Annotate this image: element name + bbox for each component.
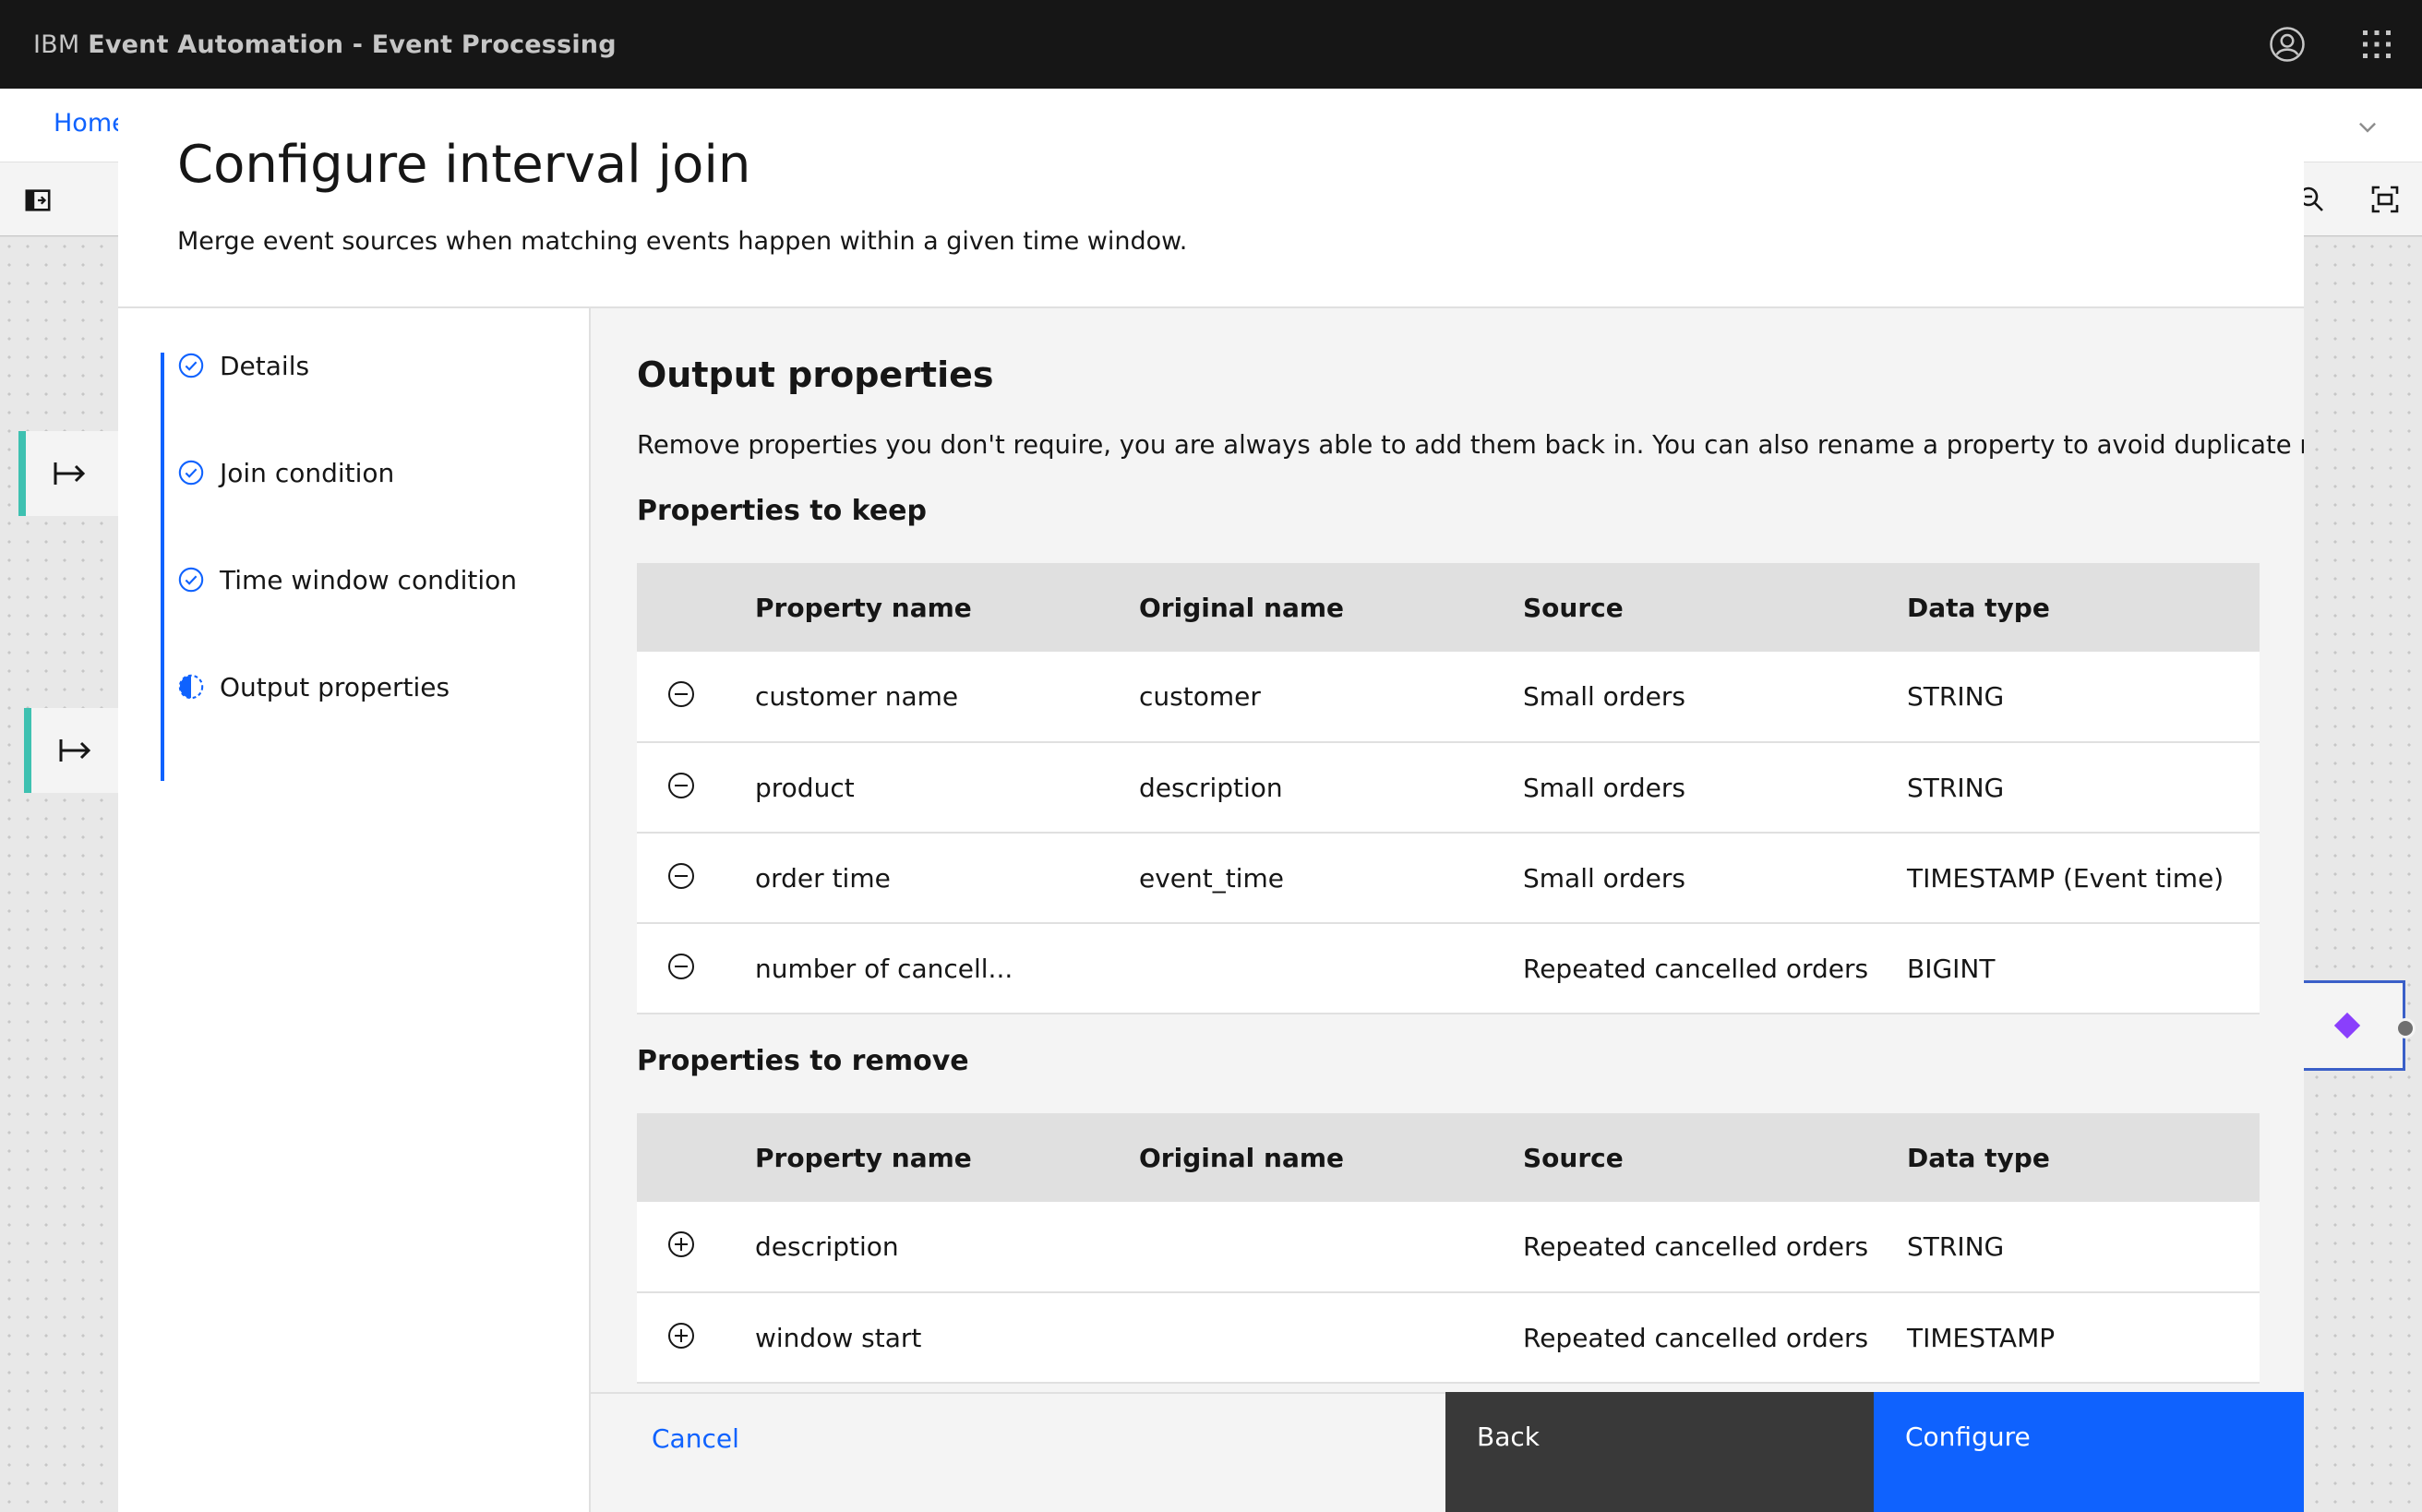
step-label: Join condition [220, 457, 395, 488]
node-type-icon [2333, 1012, 2361, 1039]
original-name-cell [1139, 1202, 1523, 1293]
remove-property-button[interactable] [665, 678, 698, 711]
property-name-cell[interactable]: customer name [755, 652, 1139, 743]
property-name-cell: window start [755, 1292, 1139, 1384]
remove-property-button[interactable] [665, 950, 698, 983]
configure-interval-join-modal: Configure interval join Merge event sour… [118, 89, 2304, 1512]
checkmark-outline-icon [178, 567, 204, 593]
section-description: Remove properties you don't require, you… [637, 430, 2304, 460]
subtract-circle-icon [668, 862, 694, 889]
modal-header: Configure interval join Merge event sour… [118, 89, 2304, 308]
add-circle-icon [668, 1231, 694, 1257]
step-output-properties[interactable]: Output properties [177, 668, 450, 705]
column-header: Original name [1139, 563, 1523, 652]
table-header-row: Property name Original name Source Data … [637, 563, 2260, 652]
incomplete-step-icon [178, 674, 204, 700]
original-name-cell: customer [1139, 652, 1523, 743]
fit-to-screen-icon[interactable] [2370, 185, 2400, 214]
remove-property-button[interactable] [665, 769, 698, 802]
step-details[interactable]: Details [177, 347, 309, 384]
add-property-button[interactable] [665, 1319, 698, 1352]
table-row: window start Repeated cancelled orders T… [637, 1292, 2260, 1384]
original-name-cell [1139, 923, 1523, 1014]
app-brand[interactable]: IBM Event Automation - Event Processing [33, 30, 617, 59]
canvas-node-output[interactable] [2289, 980, 2416, 1071]
progress-steps: Details Join condition Time window condi… [118, 308, 591, 1512]
source-cell: Small orders [1523, 833, 1907, 924]
cancel-button[interactable]: Cancel [591, 1392, 1445, 1512]
keep-heading: Properties to keep [637, 495, 927, 527]
column-header: Data type [1907, 563, 2260, 652]
source-cell: Repeated cancelled orders [1523, 923, 1907, 1014]
step-label: Details [220, 350, 310, 381]
checkmark-outline-icon [178, 353, 204, 378]
output-properties-panel: Output properties Remove properties you … [591, 308, 2304, 1392]
subtract-circle-icon [668, 772, 694, 798]
add-property-button[interactable] [665, 1228, 698, 1261]
join-node-icon [54, 462, 86, 485]
join-node-icon [59, 739, 91, 762]
source-cell: Repeated cancelled orders [1523, 1202, 1907, 1293]
property-name-cell[interactable]: product [755, 742, 1139, 834]
add-circle-icon [668, 1322, 694, 1349]
data-type-cell: STRING [1907, 1202, 2260, 1293]
configure-button[interactable]: Configure [1874, 1392, 2304, 1512]
column-header: Original name [1139, 1113, 1523, 1202]
app-switcher-icon[interactable] [2358, 26, 2395, 63]
original-name-cell: description [1139, 742, 1523, 834]
data-type-cell: TIMESTAMP (Event time) [1907, 833, 2260, 924]
column-header: Source [1523, 563, 1907, 652]
column-header: Source [1523, 1113, 1907, 1202]
step-time-window-condition[interactable]: Time window condition [177, 561, 517, 598]
progress-line [161, 353, 164, 781]
table-row: customer name customer Small orders STRI… [637, 652, 2260, 743]
property-name-cell[interactable]: number of cancell... [755, 923, 1139, 1014]
property-name-cell[interactable]: order time [755, 833, 1139, 924]
output-port[interactable] [2395, 1018, 2416, 1038]
checkmark-outline-icon [178, 460, 204, 486]
source-cell: Repeated cancelled orders [1523, 1292, 1907, 1384]
table-row: order time event_time Small orders TIMES… [637, 833, 2260, 924]
modal-subtitle: Merge event sources when matching events… [177, 227, 1188, 256]
step-join-condition[interactable]: Join condition [177, 454, 394, 491]
source-cell: Small orders [1523, 742, 1907, 834]
column-header: Data type [1907, 1113, 2260, 1202]
subtract-circle-icon [668, 953, 694, 979]
data-type-cell: BIGINT [1907, 923, 2260, 1014]
modal-title: Configure interval join [177, 135, 751, 195]
remove-heading: Properties to remove [637, 1045, 969, 1077]
back-button[interactable]: Back [1445, 1392, 1874, 1512]
table-row: description Repeated cancelled orders ST… [637, 1202, 2260, 1293]
original-name-cell: event_time [1139, 833, 1523, 924]
user-avatar-icon[interactable] [2269, 26, 2306, 63]
canvas-node-join[interactable] [18, 431, 129, 516]
source-cell: Small orders [1523, 652, 1907, 743]
section-title: Output properties [637, 354, 994, 395]
home-link[interactable]: Home [54, 109, 127, 138]
original-name-cell [1139, 1292, 1523, 1384]
data-type-cell: STRING [1907, 652, 2260, 743]
property-name-cell: description [755, 1202, 1139, 1293]
step-label: Time window condition [220, 564, 518, 595]
modal-footer: Cancel Back Configure [591, 1392, 2304, 1512]
data-type-cell: STRING [1907, 742, 2260, 834]
column-header: Property name [755, 1113, 1139, 1202]
table-row: number of cancell... Repeated cancelled … [637, 923, 2260, 1014]
remove-property-button[interactable] [665, 859, 698, 893]
step-label: Output properties [220, 671, 450, 702]
panel-toggle-icon[interactable] [24, 186, 52, 214]
table-header-row: Property name Original name Source Data … [637, 1113, 2260, 1202]
column-header: Property name [755, 563, 1139, 652]
table-row: product description Small orders STRING [637, 742, 2260, 834]
properties-to-remove-table: Property name Original name Source Data … [637, 1113, 2260, 1384]
app-header: IBM Event Automation - Event Processing [0, 0, 2422, 89]
properties-to-keep-table: Property name Original name Source Data … [637, 563, 2260, 1014]
data-type-cell: TIMESTAMP [1907, 1292, 2260, 1384]
canvas-node-join-2[interactable] [24, 708, 126, 793]
subtract-circle-icon [668, 681, 694, 707]
chevron-down-icon[interactable] [2356, 114, 2380, 138]
